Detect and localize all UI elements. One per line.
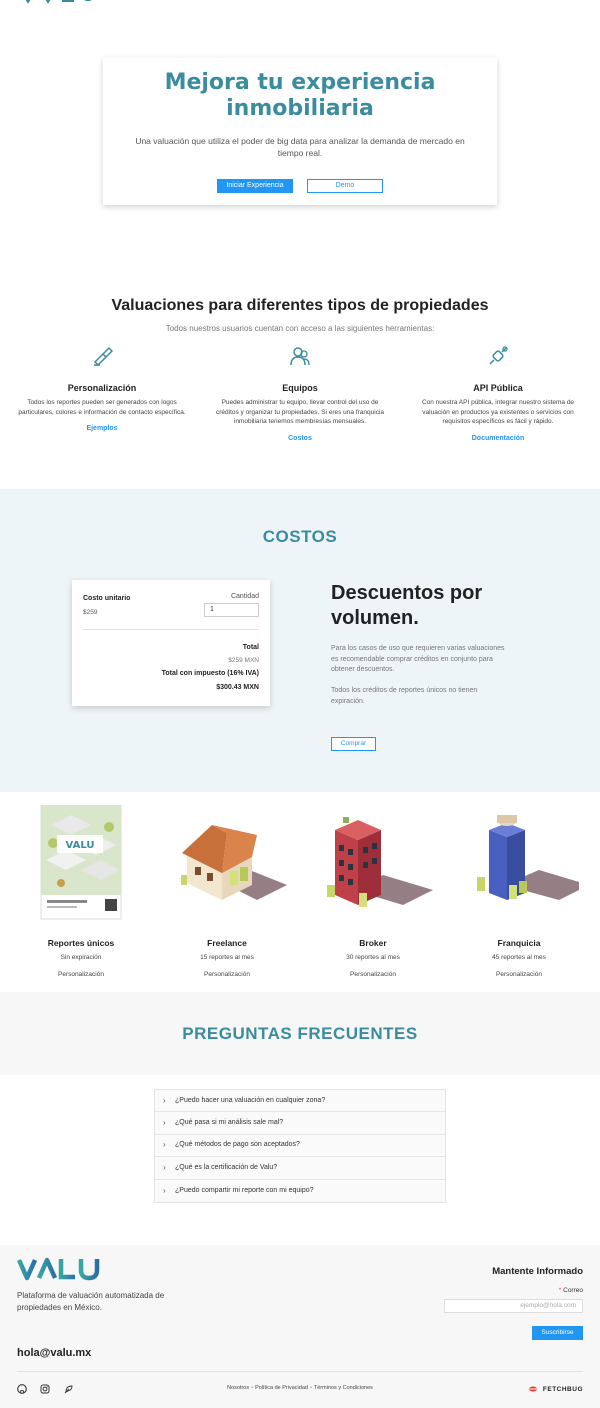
faq-item[interactable]: › ¿Qué es la certificación de Valu? <box>155 1157 445 1180</box>
divider <box>83 629 259 630</box>
faq-item[interactable]: › ¿Qué métodos de pago son aceptados? <box>155 1135 445 1158</box>
footer: Plataforma de valuación automatizada de … <box>0 1245 600 1408</box>
svg-text:VALU: VALU <box>66 840 95 851</box>
demo-button[interactable]: Demo <box>307 179 383 193</box>
faq-question: ¿Qué es la certificación de Valu? <box>175 1163 278 1171</box>
feature-api-publica: API Pública Con nuestra API pública, int… <box>408 345 588 445</box>
faq-question: ¿Qué métodos de pago son aceptados? <box>175 1141 300 1149</box>
faq-header-band: PREGUNTAS FRECUENTES <box>0 992 600 1075</box>
contact-email[interactable]: hola@valu.mx <box>17 1347 91 1359</box>
faq-accordion: › ¿Puedo hacer una valuación en cualquie… <box>154 1089 446 1203</box>
chevron-right-icon: › <box>163 1118 166 1128</box>
faq-question: ¿Puedo hacer una valuación en cualquier … <box>175 1096 326 1104</box>
newsletter-label: * Correo <box>559 1287 583 1294</box>
fetchbug-text: FETCHBUG <box>542 1385 583 1393</box>
plug-icon <box>489 346 508 365</box>
plan-feature: Personalización <box>496 971 542 978</box>
feature-name: Personalización <box>67 383 137 393</box>
newsletter-title: Mantente Informado <box>492 1266 583 1277</box>
plan-feature: Personalización <box>350 971 396 978</box>
plan-detail: 45 reportes al mes <box>492 954 546 961</box>
discount-paragraph: Para los casos de uso que requieren vari… <box>331 645 505 673</box>
hero-subtitle: Una valuación que utiliza el poder de bi… <box>135 136 465 158</box>
chevron-right-icon: › <box>163 1140 166 1150</box>
costos-section: COSTOS Costo unitario $259 Cantidad 1 To… <box>0 489 600 792</box>
chevron-right-icon: › <box>163 1162 166 1172</box>
unit-cost-value: $259 <box>83 609 98 616</box>
valu-logo[interactable] <box>17 1257 101 1281</box>
costos-title: COSTOS <box>262 527 338 546</box>
expiration-paragraph: Todos los créditos de reportes únicos no… <box>331 687 478 705</box>
footer-description: Plataforma de valuación automatizada de … <box>17 1291 165 1312</box>
feature-name: API Pública <box>473 383 523 393</box>
total-with-tax-label: Total con impuesto (16% IVA) <box>161 670 259 677</box>
unit-cost-label: Costo unitario <box>83 595 131 602</box>
faq-item[interactable]: › ¿Puedo compartir mi reporte con mi equ… <box>155 1180 445 1202</box>
total-with-tax-value: $300.43 MXN <box>216 684 259 691</box>
start-experience-button[interactable]: Iniciar Experiencia <box>217 179 293 193</box>
plan-name: Reportes únicos <box>47 938 115 948</box>
documentation-link[interactable]: Documentación <box>472 435 525 442</box>
costs-link[interactable]: Costos <box>288 435 312 442</box>
feature-description: Con nuestra API pública, integrar nuestr… <box>421 399 575 425</box>
hero-buttons: Iniciar Experiencia Demo <box>103 179 497 193</box>
subscribe-button[interactable]: Suscribirse <box>532 1326 583 1340</box>
plan-name: Freelance <box>207 938 247 948</box>
plan-detail: Sin expiración <box>60 954 102 961</box>
hero-card: Mejora tu experiencia inmobiliaria Una v… <box>103 58 497 205</box>
plan-franquicia[interactable]: Franquicia 45 reportes al mes Personaliz… <box>444 805 594 978</box>
plan-name: Franquicia <box>497 938 541 948</box>
email-field[interactable]: ejemplo@hola.com <box>444 1299 583 1313</box>
fetchbug-logo-icon <box>527 1386 538 1392</box>
footer-links: Nosotros • Política de Privacidad • Términos… <box>0 1385 600 1391</box>
newsletter-label-text: Correo <box>563 1287 583 1294</box>
plan-freelance[interactable]: Freelance 15 reportes al mes Personaliza… <box>152 805 302 978</box>
chevron-right-icon: › <box>163 1185 166 1195</box>
feature-description: Puedes administrar tu equipo, llevar con… <box>215 399 384 425</box>
separator: • <box>309 1385 312 1391</box>
feature-name: Equipos <box>282 383 318 393</box>
terms-link[interactable]: Términos y Condiciones <box>314 1385 373 1391</box>
examples-link[interactable]: Ejemplos <box>86 425 117 432</box>
discount-title: Descuentos por volumen. <box>331 582 483 629</box>
feature-description: Todos los reportes pueden ser generados … <box>18 399 186 416</box>
plan-feature: Personalización <box>58 971 104 978</box>
faq-question: ¿Qué pasa si mi análisis sale mal? <box>175 1119 284 1127</box>
faq-item[interactable]: › ¿Puedo hacer una valuación en cualquie… <box>155 1090 445 1113</box>
plan-name: Broker <box>359 938 387 948</box>
house-illustration <box>181 825 287 900</box>
plan-detail: 30 reportes al mes <box>346 954 400 961</box>
divider <box>17 1371 583 1372</box>
quantity-label: Cantidad <box>230 593 259 600</box>
buy-button[interactable]: Comprar <box>331 737 376 751</box>
chevron-right-icon: › <box>163 1095 166 1105</box>
paint-brush-icon <box>93 346 114 367</box>
faq-item[interactable]: › ¿Qué pasa si mi análisis sale mal? <box>155 1112 445 1135</box>
tower-illustration <box>477 815 589 900</box>
features-title: Valuaciones para diferentes tipos de pro… <box>111 297 489 314</box>
feature-equipos: Equipos Puedes administrar tu equipo, ll… <box>210 345 390 445</box>
valu-logo-top[interactable] <box>18 0 98 4</box>
separator: • <box>251 1385 254 1391</box>
plan-detail: 15 reportes al mes <box>200 954 254 961</box>
plan-reportes-unicos[interactable]: VALU Reportes únicos Sin expiración Pers… <box>6 804 156 978</box>
privacy-link[interactable]: Política de Privacidad <box>255 1385 308 1391</box>
quantity-input[interactable]: 1 <box>204 603 259 617</box>
building-illustration <box>327 817 433 907</box>
report-preview-image: VALU <box>40 804 122 920</box>
faq-question: ¿Puedo compartir mi reporte con mi equip… <box>175 1186 314 1194</box>
faq-title: PREGUNTAS FRECUENTES <box>182 1024 418 1043</box>
price-calculator-card: Costo unitario $259 Cantidad 1 Total $25… <box>72 580 270 706</box>
features-subtitle: Todos nuestros usuarios cuentan con acce… <box>165 324 435 333</box>
plan-broker[interactable]: Broker 30 reportes al mes Personalizació… <box>298 805 448 978</box>
team-icon <box>290 347 310 366</box>
plan-feature: Personalización <box>204 971 250 978</box>
about-link[interactable]: Nosotros <box>227 1385 249 1391</box>
total-label: Total <box>242 644 259 651</box>
hero-title: Mejora tu experiencia inmobiliaria <box>164 70 436 121</box>
total-value: $259 MXN <box>228 657 259 664</box>
feature-personalizacion: Personalización Todos los reportes puede… <box>12 345 192 435</box>
fetchbug-brand[interactable]: FETCHBUG <box>527 1385 583 1393</box>
